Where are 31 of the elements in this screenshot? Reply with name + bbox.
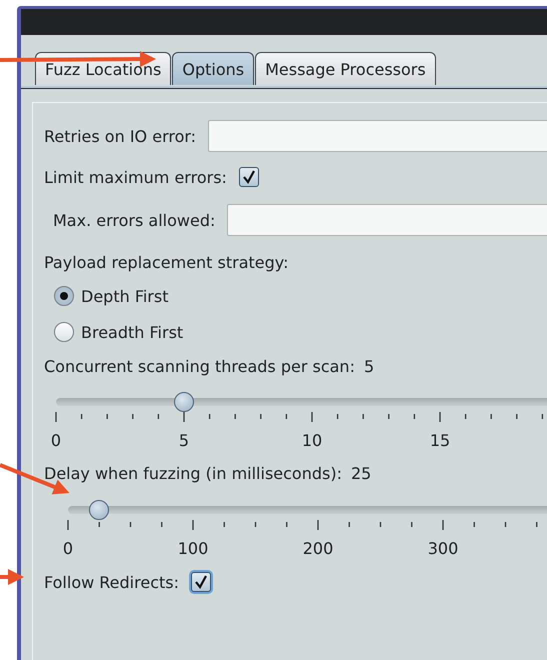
tick-label: 100 — [178, 539, 208, 558]
radio-label: Depth First — [81, 286, 168, 306]
annotation-arrow — [0, 569, 24, 585]
tick-label: 5 — [178, 431, 190, 450]
slider-thumb[interactable] — [174, 392, 194, 412]
tick-label: 200 — [302, 539, 334, 558]
tick-label: 15 — [430, 431, 450, 450]
setting-label: Concurrent scanning threads per scan: — [44, 356, 355, 376]
input-field[interactable] — [208, 120, 547, 152]
checkbox[interactable] — [238, 167, 259, 187]
tick-label: 10 — [302, 431, 322, 450]
tab[interactable]: Message Processors — [255, 52, 436, 85]
radio-label: Breadth First — [81, 322, 184, 342]
input-field[interactable] — [227, 204, 547, 236]
setting-label: Payload replacement strategy: — [44, 252, 288, 272]
tick-label: 0 — [50, 431, 62, 450]
tick-label: 300 — [428, 539, 458, 558]
slider-thumb[interactable] — [89, 500, 110, 520]
field-label: Max. errors allowed: — [53, 210, 216, 230]
tab[interactable]: Options — [172, 52, 254, 85]
setting-label: Delay when fuzzing (in milliseconds): — [44, 464, 342, 482]
checkmark-icon — [194, 575, 208, 589]
radio-button[interactable] — [54, 322, 74, 342]
setting-value: 25 — [350, 464, 372, 482]
radio-button[interactable] — [54, 286, 74, 306]
checkmark-icon — [242, 170, 256, 184]
checkbox-label: Limit maximum errors: — [44, 168, 227, 186]
tick-label: 0 — [62, 539, 74, 558]
checkbox-label: Follow Redirects: — [44, 572, 179, 592]
field-label: Retries on IO error: — [44, 126, 196, 146]
setting-value: 5 — [364, 356, 374, 376]
